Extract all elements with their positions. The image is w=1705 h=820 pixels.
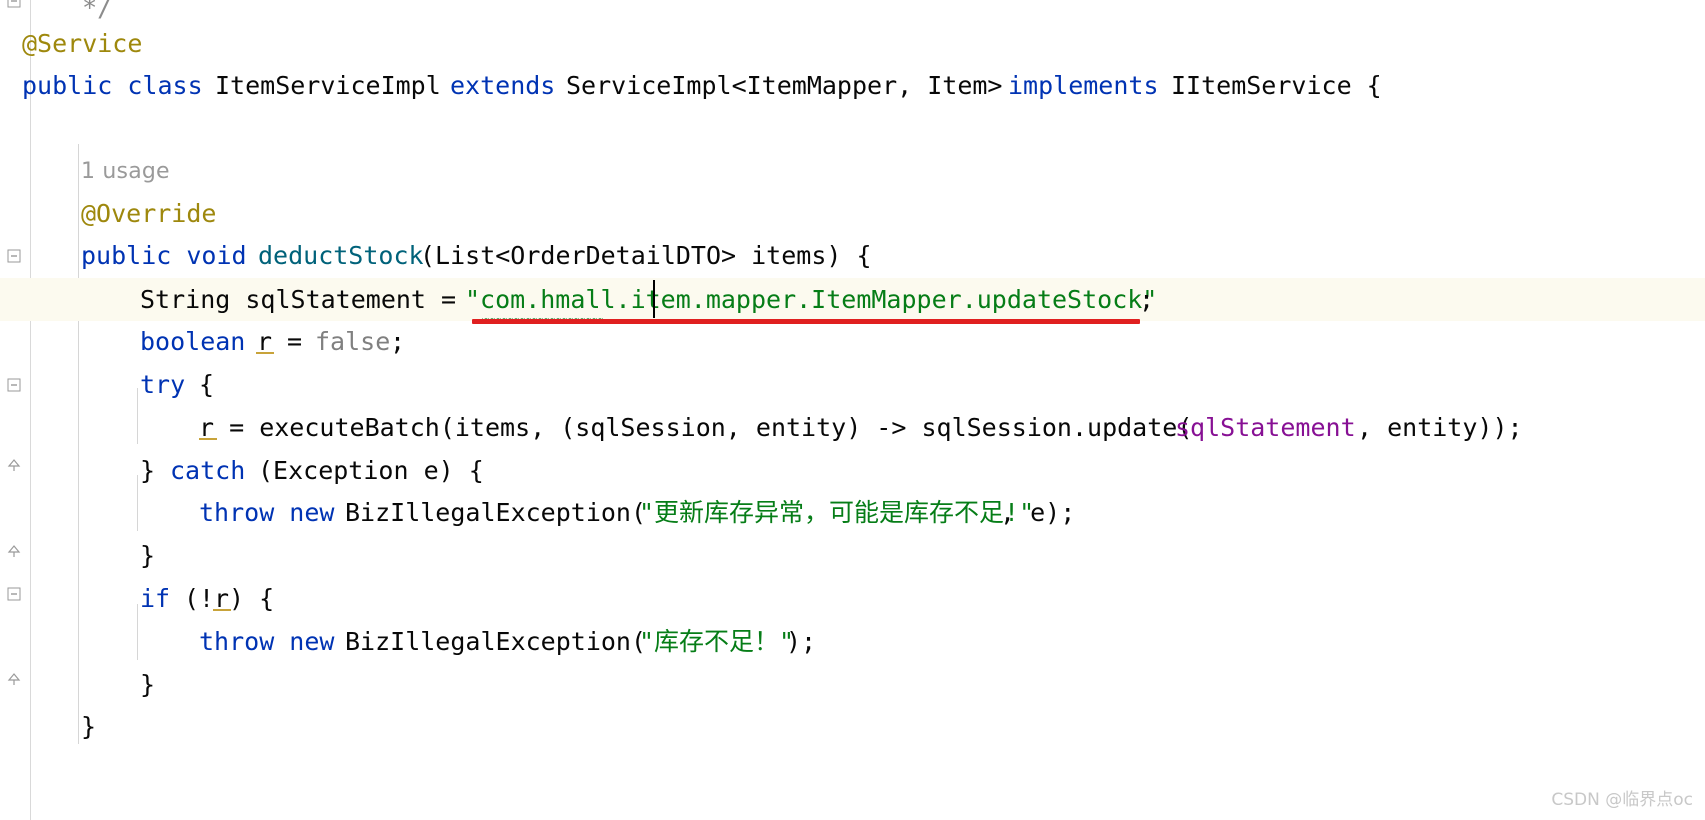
line-usage-hint-seg-0: 1 usage — [81, 159, 170, 184]
line-sql-statement[interactable]: String sqlStatement = "com.hmall.item.ma… — [0, 278, 1705, 321]
line-method-signature[interactable]: public void deductStock (List<OrderDetail… — [0, 234, 1705, 277]
line-boolean-r-seg-1: r — [257, 327, 288, 356]
line-if-not-r-seg-0: if — [140, 584, 186, 613]
line-if-not-r-seg-3: ) { — [229, 584, 275, 613]
line-boolean-r-seg-0: boolean — [140, 327, 261, 356]
line-method-signature-seg-1: deductStock — [258, 241, 424, 270]
line-throw-insufficient-seg-1: BizIllegalException( — [345, 627, 647, 656]
text-caret — [653, 280, 655, 318]
line-class-declaration[interactable]: public class ItemServiceImpl extends Ser… — [0, 64, 1705, 107]
line-sql-statement-seg-1: "com.hmall.item.mapper.ItemMapper.update… — [465, 285, 1158, 314]
line-execute-batch-seg-2: , entity)); — [1357, 413, 1523, 442]
line-class-declaration-seg-0: public class — [22, 71, 218, 100]
line-sql-statement-seg-2: ; — [1139, 285, 1155, 314]
line-catch-seg-2: (Exception e) { — [258, 456, 484, 485]
error-underline — [472, 319, 1140, 324]
line-boolean-r-seg-4: ; — [390, 327, 406, 356]
line-annotation-override-seg-0: @Override — [81, 199, 217, 228]
line-class-declaration-seg-3: ServiceImpl<ItemMapper, Item> — [566, 71, 1018, 100]
line-class-declaration-seg-2: extends — [450, 71, 571, 100]
warning-underline-r-if — [213, 609, 231, 611]
line-throw-insufficient-seg-0: throw new — [199, 627, 350, 656]
line-close-method-seg-0: } — [81, 712, 97, 741]
line-catch[interactable]: } catch (Exception e) { — [0, 449, 1705, 492]
line-throw-stock-exception-seg-3: , e); — [1000, 498, 1076, 527]
line-throw-stock-exception-seg-0: throw new — [199, 498, 350, 527]
line-try-seg-1: { — [199, 370, 215, 399]
line-annotation-service[interactable]: @Service — [0, 22, 1705, 65]
line-annotation-service-seg-0: @Service — [22, 29, 143, 58]
line-boolean-r-seg-2: = — [287, 327, 318, 356]
line-close-if[interactable]: } — [0, 663, 1705, 706]
line-class-declaration-seg-5: IItemService { — [1171, 71, 1382, 100]
warning-underline-r-batch — [199, 438, 217, 440]
line-execute-batch-seg-1: sqlStatement — [1175, 413, 1356, 442]
line-catch-seg-1: catch — [170, 456, 261, 485]
line-catch-seg-0: } — [140, 456, 171, 485]
line-close-method[interactable]: } — [0, 705, 1705, 748]
line-throw-insufficient-seg-3: ); — [786, 627, 817, 656]
watermark-label: CSDN @临界点oc — [1551, 790, 1693, 810]
line-execute-batch-seg-0: r = executeBatch(items, (sqlSession, ent… — [199, 413, 1193, 442]
line-close-catch[interactable]: } — [0, 534, 1705, 577]
warning-underline-r-decl — [256, 352, 274, 354]
line-execute-batch[interactable]: r = executeBatch(items, (sqlSession, ent… — [0, 406, 1705, 449]
line-class-declaration-seg-1: ItemServiceImpl — [215, 71, 456, 100]
line-try[interactable]: try { — [0, 363, 1705, 406]
line-method-signature-seg-2: (List<OrderDetailDTO> items) { — [420, 241, 872, 270]
line-if-not-r-seg-1: (! — [184, 584, 215, 613]
line-throw-stock-exception-seg-1: BizIllegalException( — [345, 498, 647, 527]
line-close-catch-seg-0: } — [140, 541, 156, 570]
line-throw-stock-exception-seg-2: "更新库存异常，可能是库存不足!" — [639, 498, 1035, 527]
line-class-declaration-seg-4: implements — [1008, 71, 1174, 100]
line-method-signature-seg-0: public void — [81, 241, 262, 270]
line-close-if-seg-0: } — [140, 670, 156, 699]
line-if-not-r[interactable]: if (! r) { — [0, 577, 1705, 620]
line-throw-stock-exception[interactable]: throw new BizIllegalException("更新库存异常，可能… — [0, 491, 1705, 534]
line-throw-insufficient-seg-2: "库存不足！" — [639, 627, 795, 656]
code-content[interactable]: */@Service public class ItemServiceImpl e… — [0, 0, 1705, 820]
line-throw-insufficient[interactable]: throw new BizIllegalException("库存不足！"); — [0, 620, 1705, 663]
line-boolean-r-seg-3: false — [315, 327, 391, 356]
line-try-seg-0: try — [140, 370, 201, 399]
line-annotation-override[interactable]: @Override — [0, 192, 1705, 235]
code-editor[interactable]: */@Service public class ItemServiceImpl e… — [0, 0, 1705, 820]
line-if-not-r-seg-2: r — [214, 584, 230, 613]
line-sql-statement-seg-0: String sqlStatement = — [140, 285, 472, 314]
line-usage-hint[interactable]: 1 usage — [0, 150, 1705, 193]
line-boolean-r[interactable]: boolean r = false; — [0, 320, 1705, 363]
